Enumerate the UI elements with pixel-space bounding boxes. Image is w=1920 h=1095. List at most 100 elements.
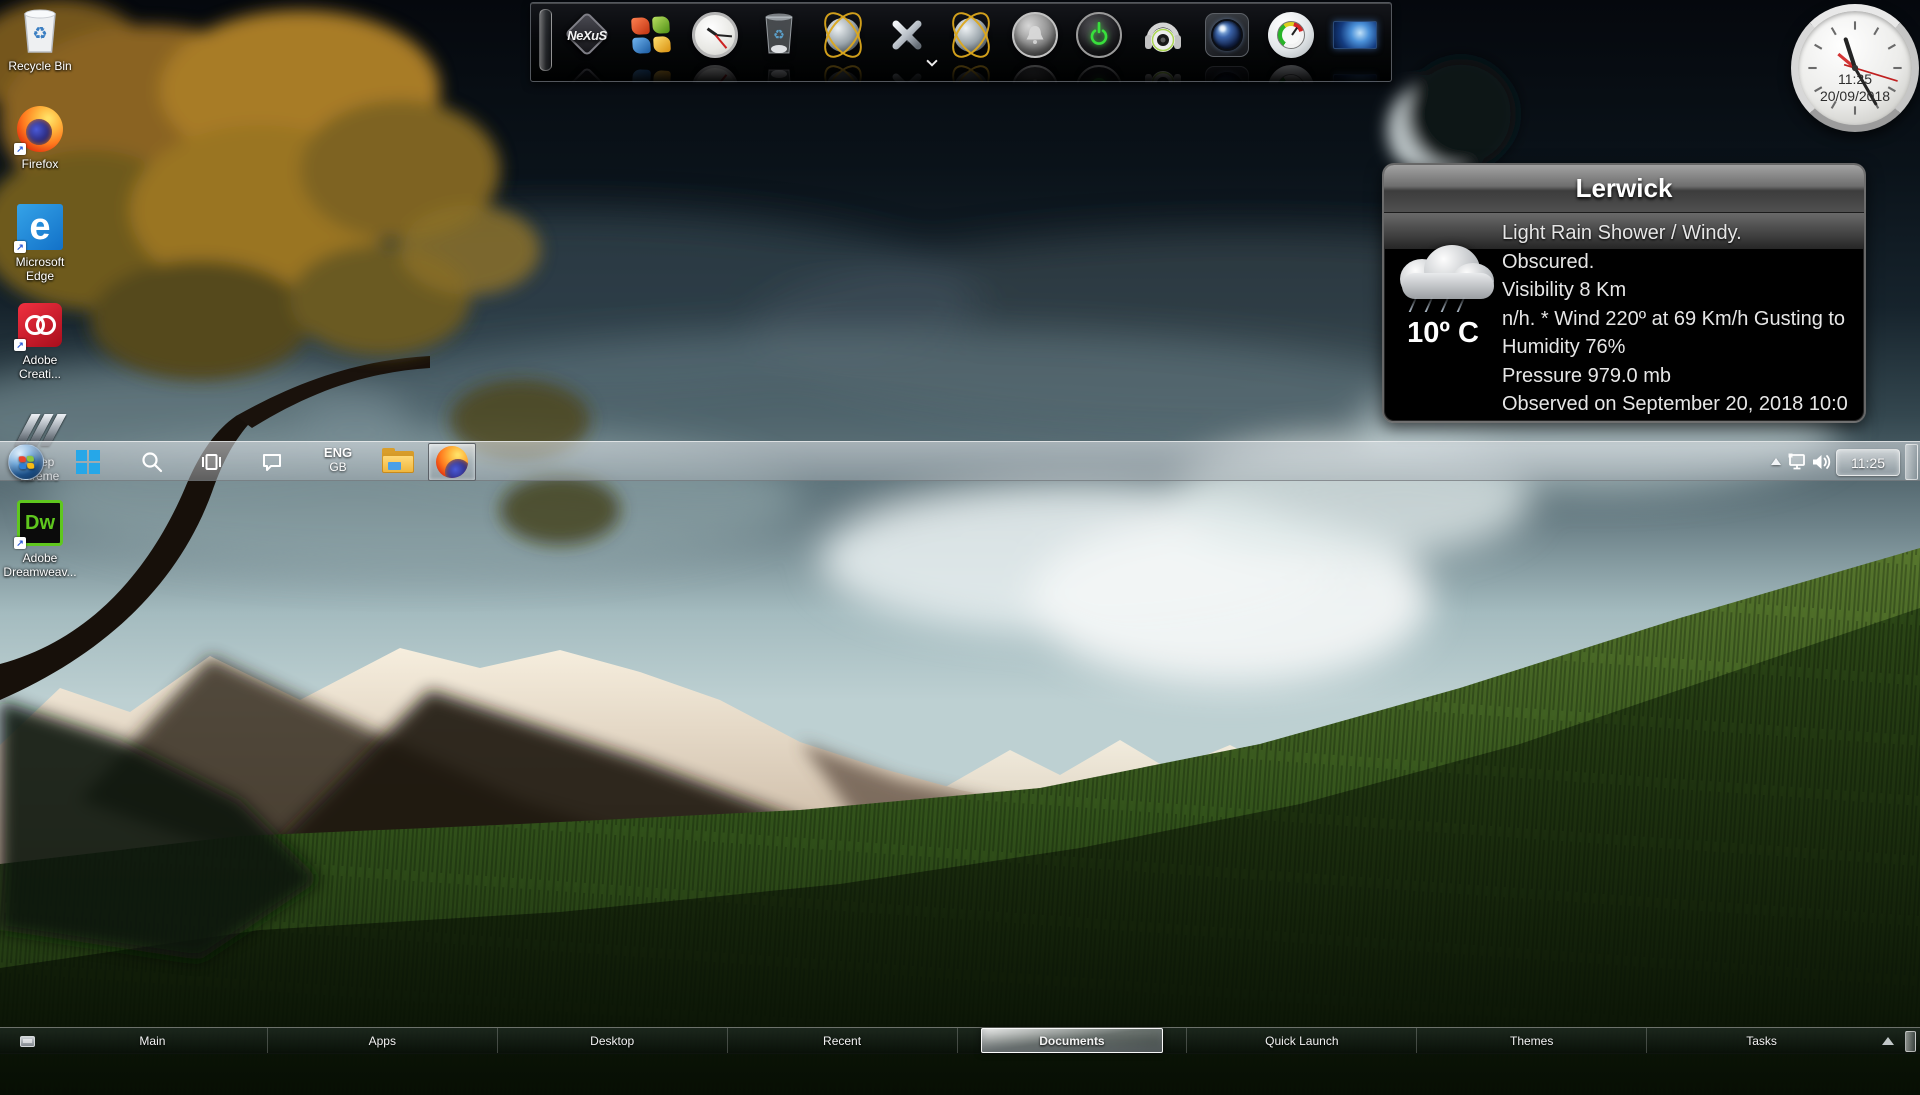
language-indicator[interactable]: ENG GB xyxy=(316,445,360,475)
desktop-icon-label: Firefox xyxy=(22,157,59,171)
file-explorer-button[interactable] xyxy=(382,449,414,475)
nexus-brand-label: NeXuS xyxy=(567,28,606,43)
globe-atom-icon xyxy=(818,10,868,60)
tab-apps[interactable]: Apps xyxy=(267,1028,497,1053)
desktop-icon-label: Adobe Dreamweav... xyxy=(3,551,76,579)
nexus-dock: NeXuS ♻ xyxy=(530,2,1392,82)
desktop-icon-adobe-dreamweaver[interactable]: Dw ↗ Adobe Dreamweav... xyxy=(0,498,80,579)
windows-orb-flag-icon xyxy=(18,455,34,469)
bottom-bar-up-arrow[interactable] xyxy=(1882,1037,1894,1045)
volume-tray-button[interactable] xyxy=(1810,450,1834,474)
desktop-icon-label: Microsoft Edge xyxy=(16,255,65,283)
dreamweaver-icon: Dw ↗ xyxy=(15,498,65,548)
dock-handle[interactable] xyxy=(539,9,552,71)
analog-clock-widget[interactable]: 11:25 20/09/2018 xyxy=(1791,4,1919,132)
show-desktop-button[interactable] xyxy=(1905,444,1918,480)
dock-item-windows[interactable] xyxy=(626,9,676,61)
desktop-icon-adobe-creative-cloud[interactable]: ↗ Adobe Creati... xyxy=(0,300,80,381)
dock-item-display[interactable] xyxy=(1330,9,1380,61)
bottom-bar-window-icon[interactable] xyxy=(20,1036,35,1047)
tray-clock-button[interactable]: 11:25 xyxy=(1836,449,1900,476)
recycle-bin-glass-icon: ♻ xyxy=(759,11,799,59)
start-button[interactable] xyxy=(72,450,104,474)
tab-recent[interactable]: Recent xyxy=(727,1028,957,1053)
firefox-icon: ↗ xyxy=(15,104,65,154)
weather-wind: n/h. * Wind 220º at 69 Km/h Gusting to xyxy=(1502,305,1862,334)
weather-rain-icon xyxy=(1406,297,1476,315)
weather-observed: Observed on September 20, 2018 10:0 xyxy=(1502,390,1862,419)
dock-items: NeXuS ♻ xyxy=(562,9,1380,61)
dock-item-camera[interactable] xyxy=(1202,9,1252,61)
weather-humidity: Humidity 76% xyxy=(1502,333,1862,362)
weather-sky: Obscured. xyxy=(1502,248,1862,277)
bottom-bar-tabs: Main Apps Desktop Recent Documents Quick… xyxy=(38,1028,1876,1053)
start-orb-button[interactable] xyxy=(8,444,44,480)
weather-pressure: Pressure 979.0 mb xyxy=(1502,362,1862,391)
tab-desktop[interactable]: Desktop xyxy=(497,1028,727,1053)
desktop-icon-firefox[interactable]: ↗ Firefox xyxy=(0,104,80,171)
dock-item-tools[interactable] xyxy=(882,9,932,61)
feedback-hub-button[interactable] xyxy=(258,450,286,474)
dock-item-bell[interactable] xyxy=(1010,9,1060,61)
headphones-icon xyxy=(1140,12,1186,58)
svg-text:♻: ♻ xyxy=(32,24,47,43)
volume-icon xyxy=(1810,450,1834,474)
weather-temperature: 10º C xyxy=(1384,317,1502,350)
power-icon xyxy=(1076,12,1122,58)
bell-icon xyxy=(1012,12,1058,58)
search-button[interactable] xyxy=(138,450,166,474)
taskbar: ENG GB 11:25 xyxy=(0,441,1920,481)
dock-item-globe-network-2[interactable] xyxy=(946,9,996,61)
desktop-icon-recycle-bin[interactable]: ♻ Recycle Bin xyxy=(0,6,80,73)
weather-cloud-icon xyxy=(1398,243,1498,301)
firefox-icon xyxy=(436,446,468,478)
desktop-icon-microsoft-edge[interactable]: e ↗ Microsoft Edge xyxy=(0,202,80,283)
bottom-bar-scroll-thumb[interactable] xyxy=(1905,1031,1916,1052)
dock-item-gauge[interactable] xyxy=(1266,9,1316,61)
windows-start-icon xyxy=(76,450,100,474)
firefox-taskbar-button[interactable] xyxy=(428,443,476,481)
clock-icon xyxy=(692,12,738,58)
weather-widget[interactable]: Lerwick 10º C Light Rain Shower / Windy.… xyxy=(1382,163,1866,423)
dock-item-recycle-bin[interactable]: ♻ xyxy=(754,9,804,61)
shortcut-arrow-icon: ↗ xyxy=(14,241,26,253)
tab-quick-launch[interactable]: Quick Launch xyxy=(1186,1028,1416,1053)
dock-item-globe-network[interactable] xyxy=(818,9,868,61)
dock-item-clock[interactable] xyxy=(690,9,740,61)
network-tray-button[interactable] xyxy=(1786,450,1810,474)
svg-text:♻: ♻ xyxy=(773,27,785,42)
weather-header: Lerwick xyxy=(1384,165,1864,213)
clock-date: 20/09/2018 xyxy=(1798,88,1912,104)
display-icon xyxy=(1333,21,1377,49)
bottom-tab-bar: Main Apps Desktop Recent Documents Quick… xyxy=(0,1027,1920,1054)
active-tab-pill: Documents xyxy=(981,1028,1163,1053)
tab-main[interactable]: Main xyxy=(38,1028,267,1053)
tab-tasks[interactable]: Tasks xyxy=(1646,1028,1876,1053)
windows-logo-icon xyxy=(631,16,671,54)
gauge-orb-icon xyxy=(1268,12,1314,58)
dock-item-nexus[interactable]: NeXuS xyxy=(562,9,612,61)
recycle-bin-icon: ♻ xyxy=(15,6,65,56)
globe-atom-icon xyxy=(946,10,996,60)
tools-icon xyxy=(884,12,930,58)
clock-digital-time: 11:25 xyxy=(1798,71,1912,87)
desktop-icon-label: Adobe Creati... xyxy=(19,353,61,381)
task-view-button[interactable] xyxy=(197,450,225,474)
tab-documents[interactable]: Documents xyxy=(957,1028,1187,1053)
task-view-icon xyxy=(199,450,223,474)
creative-cloud-icon: ↗ xyxy=(15,300,65,350)
desktop: ♻ Recycle Bin ↗ Firefox e ↗ Microsoft Ed… xyxy=(0,0,1920,1095)
speech-bubble-icon xyxy=(260,450,284,474)
dock-item-power[interactable] xyxy=(1074,9,1124,61)
weather-condition: Light Rain Shower / Windy. xyxy=(1502,219,1862,248)
hidden-icons-arrow[interactable] xyxy=(1770,456,1782,466)
dock-item-headphones[interactable] xyxy=(1138,9,1188,61)
shortcut-arrow-icon: ↗ xyxy=(14,143,26,155)
search-icon xyxy=(140,450,164,474)
shortcut-arrow-icon: ↗ xyxy=(14,339,26,351)
weather-city: Lerwick xyxy=(1576,173,1673,204)
weather-visibility: Visibility 8 Km xyxy=(1502,276,1862,305)
desktop-icon-label: Recycle Bin xyxy=(8,59,71,73)
tab-themes[interactable]: Themes xyxy=(1416,1028,1646,1053)
network-icon xyxy=(1786,450,1810,474)
